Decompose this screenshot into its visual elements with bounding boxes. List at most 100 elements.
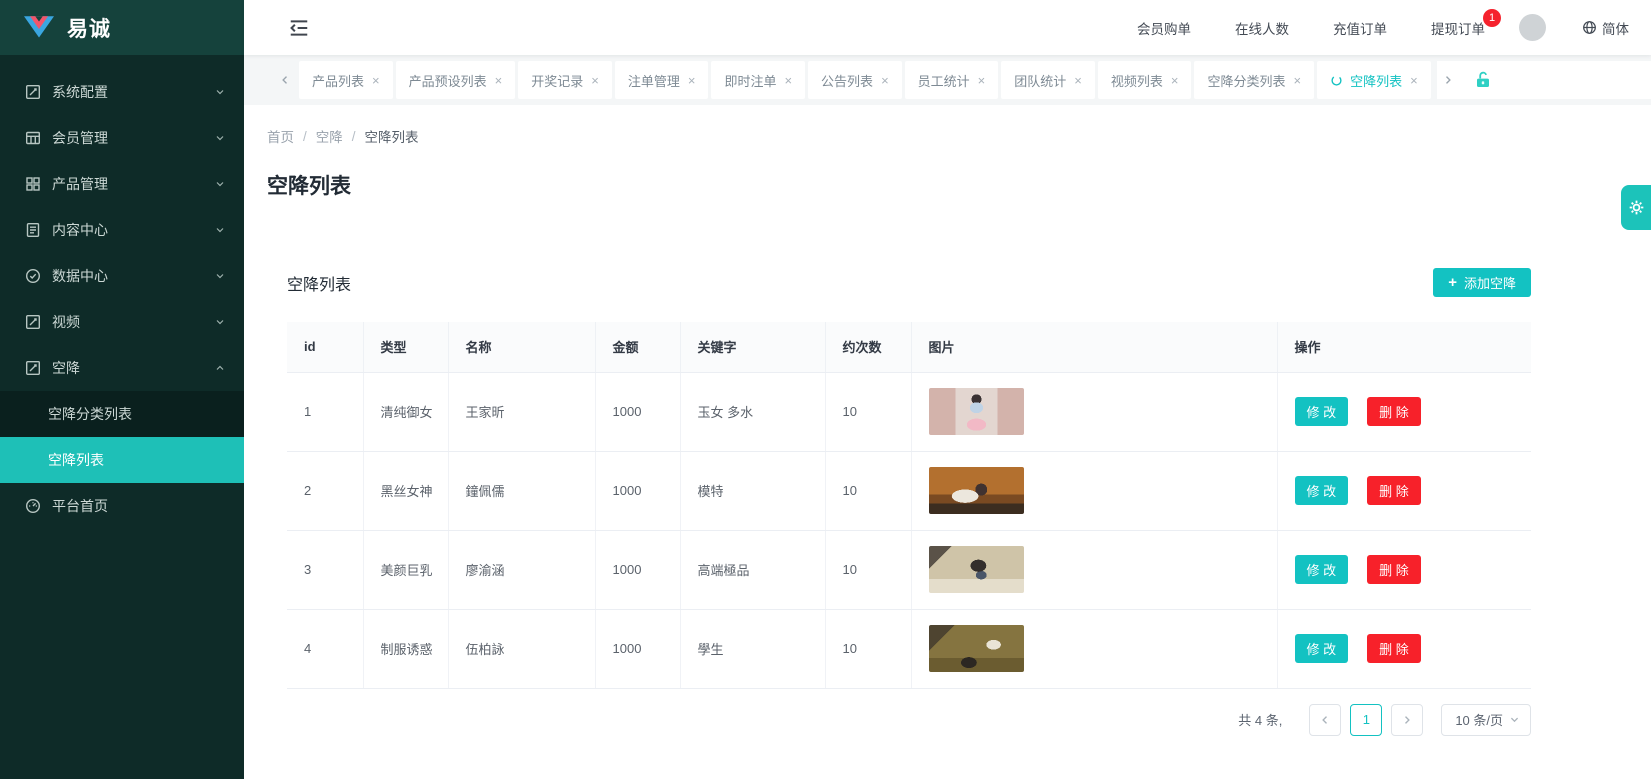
chevron-left-icon: [279, 74, 291, 86]
cell-type: 美颜巨乳: [363, 530, 448, 609]
pagination-total: 共 4 条,: [1238, 710, 1282, 729]
cell-actions: 修 改删 除: [1277, 451, 1531, 530]
table-row: 1 清纯御女 王家昕 1000 玉女 多水 10 修 改删 除: [287, 372, 1531, 451]
tab-label: 空降分类列表: [1207, 71, 1285, 90]
row-thumbnail[interactable]: [929, 388, 1024, 435]
edit-button[interactable]: 修 改: [1295, 634, 1349, 663]
tab-airdrop-category-list[interactable]: 空降分类列表 ×: [1194, 61, 1314, 99]
edit-button[interactable]: 修 改: [1295, 555, 1349, 584]
grid-icon: [25, 176, 41, 192]
delete-button[interactable]: 删 除: [1367, 555, 1421, 584]
page-size-select[interactable]: 10 条/页: [1441, 704, 1531, 736]
edit-button[interactable]: 修 改: [1295, 476, 1349, 505]
close-icon[interactable]: ×: [978, 73, 986, 88]
cell-type: 黑丝女神: [363, 451, 448, 530]
app-title: 易诚: [67, 13, 111, 43]
sidebar-item-airdrop[interactable]: 空降: [0, 345, 244, 391]
refresh-icon[interactable]: [1330, 74, 1343, 87]
breadcrumb-separator: /: [352, 129, 356, 144]
delete-button[interactable]: 删 除: [1367, 634, 1421, 663]
close-icon[interactable]: ×: [495, 73, 503, 88]
cell-name: 廖渝涵: [448, 530, 595, 609]
sidebar: 易诚 系统配置 会员管理 产品管理 内容中心 数据中心: [0, 0, 244, 779]
tab-product-list[interactable]: 产品列表×: [299, 61, 393, 99]
withdraw-orders-link[interactable]: 提现订单 1: [1431, 18, 1485, 38]
row-thumbnail[interactable]: [929, 467, 1024, 514]
breadcrumb: 首页 / 空降 / 空降列表: [267, 126, 1651, 146]
sidebar-item-video[interactable]: 视频: [0, 299, 244, 345]
add-airdrop-button[interactable]: + 添加空降: [1433, 268, 1531, 297]
prev-page-button[interactable]: [1309, 704, 1341, 736]
close-icon[interactable]: ×: [591, 73, 599, 88]
edit-square-icon: [25, 84, 41, 100]
tab-announcement-list[interactable]: 公告列表×: [808, 61, 902, 99]
tab-staff-stats[interactable]: 员工统计 ×: [905, 61, 999, 99]
close-icon[interactable]: ×: [1074, 73, 1082, 88]
cell-id: 1: [287, 372, 363, 451]
close-icon[interactable]: ×: [1294, 73, 1302, 88]
sidebar-item-airdrop-list[interactable]: 空降列表: [0, 437, 244, 483]
breadcrumb-home[interactable]: 首页: [267, 126, 294, 146]
chevron-down-icon: [214, 316, 226, 328]
avatar[interactable]: [1519, 14, 1546, 41]
delete-button[interactable]: 删 除: [1367, 397, 1421, 426]
next-page-button[interactable]: [1391, 704, 1423, 736]
main-area: 会员购单 在线人数 充值订单 提现订单 1 简体 产品列表× 产品预设列表× 开…: [244, 0, 1651, 779]
cell-times: 10: [825, 609, 911, 688]
tabs-scroll-left[interactable]: [274, 61, 296, 99]
member-orders-link[interactable]: 会员购单: [1137, 18, 1191, 38]
cell-amount: 1000: [595, 530, 680, 609]
close-icon[interactable]: ×: [372, 73, 380, 88]
row-thumbnail[interactable]: [929, 546, 1024, 593]
app-logo[interactable]: 易诚: [0, 0, 244, 55]
menu-fold-icon[interactable]: [288, 17, 310, 39]
globe-icon: [1582, 20, 1597, 35]
cell-times: 10: [825, 372, 911, 451]
close-icon[interactable]: ×: [1410, 73, 1418, 88]
tab-airdrop-list[interactable]: 空降列表×: [1317, 61, 1431, 99]
language-switcher[interactable]: 简体: [1582, 18, 1629, 38]
column-header-amount: 金额: [595, 322, 680, 372]
tab-bet-management[interactable]: 注单管理×: [615, 61, 709, 99]
sidebar-item-label: 空降列表: [48, 450, 104, 470]
tab-product-preset-list[interactable]: 产品预设列表×: [396, 61, 516, 99]
cell-times: 10: [825, 530, 911, 609]
delete-button[interactable]: 删 除: [1367, 476, 1421, 505]
sidebar-item-member-management[interactable]: 会员管理: [0, 115, 244, 161]
edit-button[interactable]: 修 改: [1295, 397, 1349, 426]
online-users-link[interactable]: 在线人数: [1235, 18, 1289, 38]
close-icon[interactable]: ×: [688, 73, 696, 88]
breadcrumb-section[interactable]: 空降: [316, 126, 343, 146]
tab-team-stats[interactable]: 团队统计×: [1001, 61, 1095, 99]
tab-label: 视频列表: [1111, 71, 1163, 90]
unlock-icon[interactable]: [1473, 70, 1493, 90]
close-icon[interactable]: ×: [784, 73, 792, 88]
row-thumbnail[interactable]: [929, 625, 1024, 672]
cell-image: [911, 609, 1277, 688]
close-icon[interactable]: ×: [881, 73, 889, 88]
sidebar-item-product-management[interactable]: 产品管理: [0, 161, 244, 207]
page-size-value: 10 条/页: [1455, 710, 1503, 729]
theme-settings-button[interactable]: [1621, 185, 1651, 230]
sidebar-item-data-center[interactable]: 数据中心: [0, 253, 244, 299]
tab-lottery-records[interactable]: 开奖记录×: [518, 61, 612, 99]
tab-video-list[interactable]: 视频列表 ×: [1098, 61, 1192, 99]
page-number-button[interactable]: 1: [1350, 704, 1382, 736]
tabs-scroll-right[interactable]: [1437, 61, 1459, 99]
table-header-row: id 类型 名称 金额 关键字 约次数 图片 操作: [287, 322, 1531, 372]
close-icon[interactable]: ×: [1171, 73, 1179, 88]
chevron-down-icon: [214, 132, 226, 144]
sidebar-item-label: 平台首页: [52, 496, 108, 516]
column-header-image: 图片: [911, 322, 1277, 372]
sidebar-item-system-config[interactable]: 系统配置: [0, 69, 244, 115]
tab-label: 员工统计: [918, 71, 970, 90]
recharge-orders-link[interactable]: 充值订单: [1333, 18, 1387, 38]
tab-instant-bets[interactable]: 即时注单×: [711, 61, 805, 99]
sidebar-item-airdrop-category-list[interactable]: 空降分类列表: [0, 391, 244, 437]
chevron-left-icon: [1319, 714, 1331, 726]
chevron-down-icon: [1509, 714, 1520, 725]
cell-image: [911, 451, 1277, 530]
sidebar-item-label: 视频: [52, 312, 80, 332]
sidebar-item-platform-home[interactable]: 平台首页: [0, 483, 244, 529]
sidebar-item-content-center[interactable]: 内容中心: [0, 207, 244, 253]
